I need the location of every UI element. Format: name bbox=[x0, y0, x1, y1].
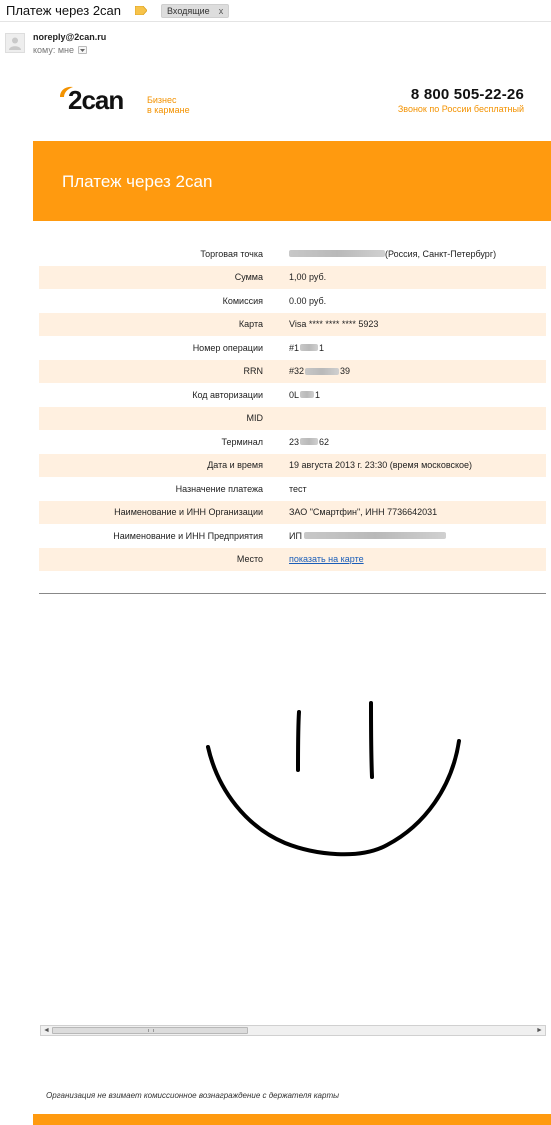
terminal-prefix: 23 bbox=[289, 436, 300, 447]
table-row: Номер операции #1 1 bbox=[39, 336, 546, 360]
footer-bar bbox=[33, 1114, 551, 1125]
row-label: Сумма bbox=[234, 272, 263, 283]
divider bbox=[39, 593, 546, 594]
row-label: Терминал bbox=[221, 436, 263, 447]
redacted-value bbox=[300, 391, 315, 399]
banner-title: Платеж через 2can bbox=[62, 172, 213, 191]
smiley-drawing bbox=[206, 701, 461, 857]
payment-details-table: Торговая точка (Россия, Санкт-Петербург)… bbox=[39, 242, 546, 571]
row-label: Номер операции bbox=[192, 342, 263, 353]
operation-number-suffix: 1 bbox=[319, 342, 325, 353]
row-label: Торговая точка bbox=[200, 248, 263, 259]
row-value: 0.00 руб. bbox=[289, 295, 327, 306]
table-row: Код авторизации 0L 1 bbox=[39, 383, 546, 407]
redacted-value bbox=[303, 532, 446, 540]
folder-label-chip[interactable]: Входящие x bbox=[161, 3, 230, 18]
table-row: MID bbox=[39, 406, 546, 430]
table-row: Карта Visa **** **** **** 5923 bbox=[39, 312, 546, 336]
remove-label-button[interactable]: x bbox=[219, 6, 224, 16]
phone-number: 8 800 505-22-26 bbox=[410, 86, 524, 103]
recipient-line: кому: мне bbox=[33, 45, 87, 55]
row-label: Место bbox=[236, 554, 263, 565]
importance-tag-icon[interactable] bbox=[135, 6, 148, 15]
row-label: RRN bbox=[243, 366, 264, 377]
rrn-suffix: 39 bbox=[340, 366, 351, 377]
title-banner: Платеж через 2can bbox=[33, 141, 551, 221]
scroll-left-arrow-icon[interactable]: ◄ bbox=[41, 1026, 52, 1035]
table-row: Назначение платежа тест bbox=[39, 477, 546, 501]
tagline-line-1: Бизнес bbox=[147, 95, 177, 105]
table-row: Сумма 1,00 руб. bbox=[39, 265, 546, 289]
contact-phone-block: 8 800 505-22-26 Звонок по России бесплат… bbox=[398, 86, 524, 114]
row-label: Назначение платежа bbox=[175, 483, 263, 494]
row-label: Наименование и ИНН Организации bbox=[114, 507, 263, 518]
terminal-suffix: 62 bbox=[319, 436, 330, 447]
table-row: Торговая точка (Россия, Санкт-Петербург) bbox=[39, 242, 546, 266]
table-row: Наименование и ИНН Организации ЗАО "Смар… bbox=[39, 500, 546, 524]
avatar bbox=[5, 33, 25, 53]
row-label: Дата и время bbox=[207, 460, 263, 471]
recipient-label: кому: мне bbox=[33, 45, 74, 55]
phone-note: Звонок по России бесплатный bbox=[397, 104, 524, 114]
operation-number-prefix: #1 bbox=[289, 342, 300, 353]
merchant-location: (Россия, Санкт-Петербург) bbox=[385, 248, 497, 259]
redacted-value bbox=[300, 344, 319, 352]
show-on-map-link[interactable]: показать на карте bbox=[289, 554, 364, 564]
table-row: Место показать на карте bbox=[39, 547, 546, 571]
email-subject: Платеж через 2can bbox=[6, 3, 122, 18]
auth-code-prefix: 0L bbox=[289, 389, 300, 400]
tagline-line-2: в кармане bbox=[147, 105, 190, 115]
row-value: Visa **** **** **** 5923 bbox=[289, 319, 379, 330]
row-value: ЗАО "Смартфин", ИНН 7736642031 bbox=[289, 507, 438, 518]
rrn-prefix: #32 bbox=[289, 366, 305, 377]
sender-email[interactable]: noreply@2can.ru bbox=[33, 32, 106, 42]
table-row: Терминал 23 62 bbox=[39, 430, 546, 454]
horizontal-scrollbar[interactable]: ◄ ► bbox=[40, 1025, 546, 1036]
grip-icon bbox=[148, 1029, 154, 1032]
recipient-details-toggle[interactable] bbox=[78, 46, 87, 54]
scrollbar-thumb[interactable] bbox=[52, 1027, 248, 1034]
row-label: Комиссия bbox=[222, 295, 263, 306]
subject-bar: Платеж через 2can Входящие x bbox=[0, 0, 551, 22]
chevron-down-icon bbox=[80, 48, 85, 52]
row-value: 0L 1 bbox=[289, 390, 320, 400]
brand-logo: 2can Бизнес в кармане bbox=[58, 85, 218, 119]
table-row: Комиссия 0.00 руб. bbox=[39, 289, 546, 313]
scroll-right-arrow-icon[interactable]: ► bbox=[534, 1026, 545, 1035]
logo-text: 2can bbox=[68, 85, 124, 115]
redacted-value bbox=[305, 367, 340, 375]
auth-code-suffix: 1 bbox=[315, 389, 321, 400]
row-value: #1 1 bbox=[289, 343, 324, 353]
row-value: тест bbox=[289, 483, 307, 494]
folder-label: Входящие bbox=[167, 5, 210, 16]
redacted-value bbox=[289, 250, 385, 258]
sender-block: noreply@2can.ru кому: мне bbox=[5, 30, 545, 60]
row-value: (Россия, Санкт-Петербург) bbox=[289, 249, 496, 259]
row-value: показать на карте bbox=[289, 554, 364, 564]
row-label: Код авторизации bbox=[192, 389, 263, 400]
row-label: Карта bbox=[238, 319, 263, 330]
table-row: Дата и время 19 августа 2013 г. 23:30 (в… bbox=[39, 453, 546, 477]
footnote: Организация не взимает комиссионное возн… bbox=[46, 1091, 339, 1100]
redacted-value bbox=[300, 438, 319, 446]
row-value: 1,00 руб. bbox=[289, 272, 327, 283]
row-value: 23 62 bbox=[289, 437, 329, 447]
table-row: Наименование и ИНН Предприятия ИП bbox=[39, 524, 546, 548]
row-value: 19 августа 2013 г. 23:30 (время московск… bbox=[289, 460, 473, 471]
row-value: ИП bbox=[289, 531, 446, 541]
row-label: Наименование и ИНН Предприятия bbox=[113, 530, 263, 541]
table-row: RRN #32 39 bbox=[39, 359, 546, 383]
tagline: Бизнес в кармане bbox=[147, 95, 190, 115]
enterprise-prefix: ИП bbox=[289, 530, 302, 541]
row-value: #32 39 bbox=[289, 366, 350, 376]
row-label: MID bbox=[246, 413, 264, 424]
